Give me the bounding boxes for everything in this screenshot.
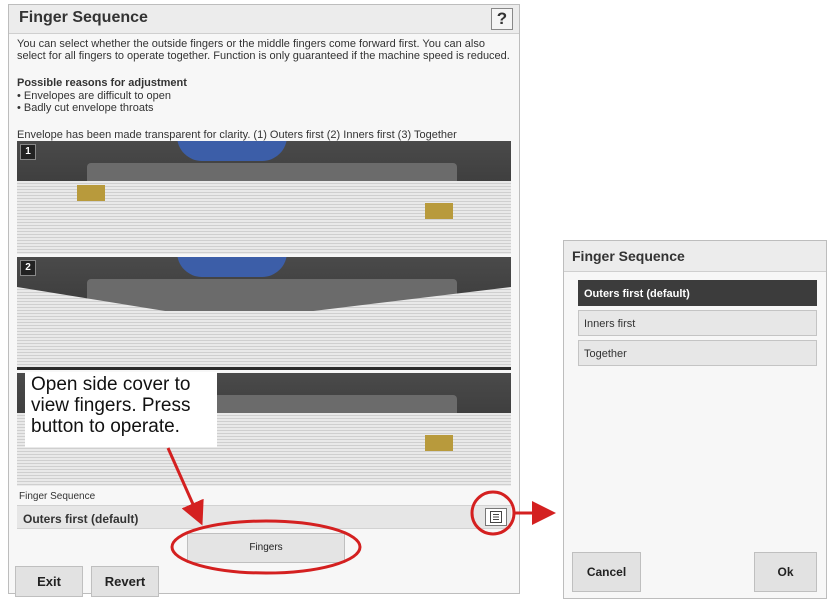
option-inners-first[interactable]: Inners first	[578, 310, 817, 336]
reason-item: Badly cut envelope throats	[17, 102, 171, 114]
fingers-button[interactable]: Fingers	[187, 533, 345, 563]
help-button[interactable]: ?	[491, 8, 513, 30]
finger-sequence-field: Outers first (default)	[17, 505, 511, 529]
photo-marker: 2	[20, 260, 36, 276]
finger-sequence-dialog: Finger Sequence Outers first (default) I…	[563, 240, 827, 599]
photo-inners-first: 2	[17, 257, 511, 370]
reason-item: Envelopes are difficult to open	[17, 90, 171, 102]
finger-sequence-panel: Finger Sequence ? You can select whether…	[8, 4, 520, 597]
photo-caption: Envelope has been made transparent for c…	[17, 129, 457, 141]
option-outers-first[interactable]: Outers first (default)	[578, 280, 817, 306]
panel-title: Finger Sequence	[19, 9, 148, 26]
reasons-heading: Possible reasons for adjustment	[17, 77, 187, 89]
finger-sequence-value: Outers first (default)	[23, 512, 139, 526]
dialog-header: Finger Sequence	[564, 241, 826, 272]
photo-outers-first: 1	[17, 141, 511, 254]
dialog-title: Finger Sequence	[572, 248, 685, 264]
panel-header: Finger Sequence ?	[9, 5, 519, 34]
exit-button[interactable]: Exit	[15, 566, 83, 597]
reasons-list: Envelopes are difficult to open Badly cu…	[17, 90, 171, 114]
list-icon	[490, 511, 502, 523]
finger-sequence-label: Finger Sequence	[19, 491, 96, 502]
description-text: You can select whether the outside finge…	[17, 38, 510, 62]
cancel-button[interactable]: Cancel	[572, 552, 641, 592]
option-together[interactable]: Together	[578, 340, 817, 366]
instruction-callout: Open side cover to view fingers. Press b…	[25, 372, 217, 447]
open-list-button[interactable]	[485, 508, 507, 526]
revert-button[interactable]: Revert	[91, 566, 159, 597]
photo-marker: 1	[20, 144, 36, 160]
ok-button[interactable]: Ok	[754, 552, 817, 592]
